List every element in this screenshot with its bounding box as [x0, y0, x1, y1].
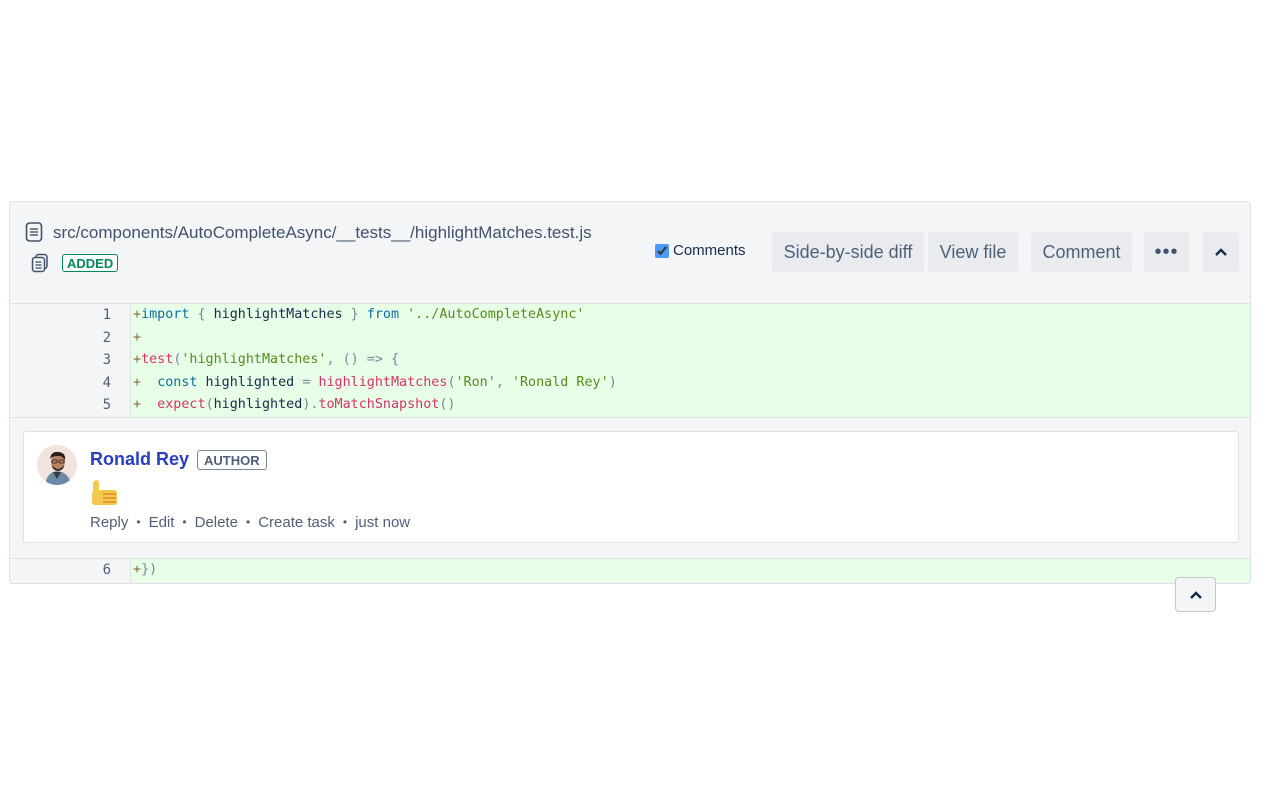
thumbs-up-icon: [89, 477, 119, 507]
code-token: 'Ronald Rey': [511, 374, 609, 390]
scroll-to-top-button[interactable]: [1175, 577, 1216, 612]
code-token: highlightMatches: [213, 307, 343, 322]
line-code: + const highlighted = highlightMatches('…: [131, 371, 1250, 395]
file-path[interactable]: src/components/AutoCompleteAsync/__tests…: [53, 223, 592, 243]
avatar[interactable]: [37, 444, 77, 485]
code-token: '../AutoCompleteAsync': [407, 307, 585, 322]
inline-comment-area: Ronald Rey AUTHOR Reply • Edit • Delete …: [10, 416, 1250, 559]
reply-link[interactable]: Reply: [90, 514, 128, 531]
code-token: ).: [302, 397, 319, 413]
code-token: highlighted: [197, 374, 303, 390]
separator-dot: •: [136, 515, 141, 530]
diff-line: 2 +: [10, 326, 1250, 350]
code-token: +: [133, 307, 142, 322]
line-code: +}): [131, 558, 1250, 582]
code-token: (): [439, 397, 456, 413]
document-icon: [25, 222, 43, 242]
diff-line: 5 + expect(highlighted).toMatchSnapshot(): [10, 394, 1250, 417]
comment-timestamp[interactable]: just now: [355, 514, 410, 531]
separator-dot: •: [342, 515, 348, 530]
edit-link[interactable]: Edit: [149, 514, 175, 531]
line-number[interactable]: 1: [10, 304, 131, 327]
code-token: 'highlightMatches': [181, 352, 327, 368]
comment-actions: Reply • Edit • Delete • Create task • ju…: [90, 514, 410, 531]
line-number[interactable]: 4: [10, 371, 131, 395]
code-token: ,: [495, 374, 512, 390]
code-token: highlightMatches: [318, 374, 448, 390]
diff-line: 6 +}): [10, 558, 1250, 582]
diff-hunk: 1 +import { highlightMatches } from '../A…: [10, 303, 1250, 417]
diff-hunk: 6 +}): [10, 558, 1250, 582]
code-token: from: [366, 307, 400, 322]
code-token: +: [133, 397, 142, 413]
line-code: + expect(highlighted).toMatchSnapshot(): [131, 394, 1250, 417]
diff-line: 4 + const highlighted = highlightMatches(…: [10, 371, 1250, 395]
delete-link[interactable]: Delete: [195, 514, 238, 531]
separator-dot: •: [245, 515, 251, 530]
code-token: =: [302, 374, 319, 390]
line-code: +: [131, 326, 1250, 350]
code-token: 'Ron': [455, 374, 496, 390]
comments-checkbox[interactable]: [655, 243, 669, 258]
code-token: }: [342, 307, 367, 322]
code-token: test: [141, 352, 174, 368]
diff-body: 1 +import { highlightMatches } from '../A…: [10, 303, 1250, 582]
comment-author-link[interactable]: Ronald Rey: [90, 449, 189, 470]
file-header: src/components/AutoCompleteAsync/__tests…: [10, 202, 1250, 303]
diff-line: 1 +import { highlightMatches } from '../A…: [10, 304, 1250, 327]
line-number[interactable]: 3: [10, 349, 131, 372]
line-code: +import { highlightMatches } from '../Au…: [131, 304, 1250, 327]
copy-files-icon: [30, 253, 50, 273]
code-token: toMatchSnapshot: [318, 397, 440, 413]
comment-button[interactable]: Comment: [1031, 232, 1132, 272]
code-token: highlighted: [213, 397, 303, 413]
code-token: +: [133, 329, 142, 345]
code-token: +: [133, 352, 142, 368]
chevron-up-icon: [1215, 248, 1227, 256]
code-token: }): [141, 561, 158, 577]
more-actions-button[interactable]: •••: [1144, 232, 1189, 272]
code-token: (: [205, 397, 214, 413]
view-file-button[interactable]: View file: [928, 232, 1018, 272]
file-status-badge: ADDED: [62, 254, 119, 272]
comments-toggle[interactable]: Comments: [655, 242, 746, 259]
code-token: const: [157, 374, 198, 390]
code-token: +: [133, 374, 142, 390]
code-token: (: [447, 374, 456, 390]
code-token: ): [608, 374, 617, 390]
line-code: +test('highlightMatches', () => {: [131, 349, 1250, 372]
code-token: import: [141, 307, 190, 322]
diff-file-card: src/components/AutoCompleteAsync/__tests…: [9, 201, 1251, 584]
chevron-up-icon: [1189, 590, 1202, 599]
line-number[interactable]: 5: [10, 394, 131, 417]
side-by-side-diff-button[interactable]: Side-by-side diff: [772, 232, 924, 272]
more-icon: •••: [1154, 240, 1179, 263]
create-task-link[interactable]: Create task: [258, 514, 335, 531]
diff-line: 3 +test('highlightMatches', () => {: [10, 349, 1250, 372]
code-token: +: [133, 561, 142, 577]
code-token: {: [189, 307, 214, 322]
collapse-file-button[interactable]: [1203, 232, 1239, 272]
author-badge: AUTHOR: [197, 449, 267, 470]
separator-dot: •: [182, 515, 187, 530]
inline-comment: Ronald Rey AUTHOR Reply • Edit • Delete …: [23, 430, 1239, 543]
code-token: , () => {: [326, 352, 400, 368]
line-number[interactable]: 2: [10, 326, 131, 350]
comments-toggle-label: Comments: [673, 242, 746, 259]
line-number[interactable]: 6: [10, 558, 131, 582]
code-token: expect: [157, 397, 206, 413]
